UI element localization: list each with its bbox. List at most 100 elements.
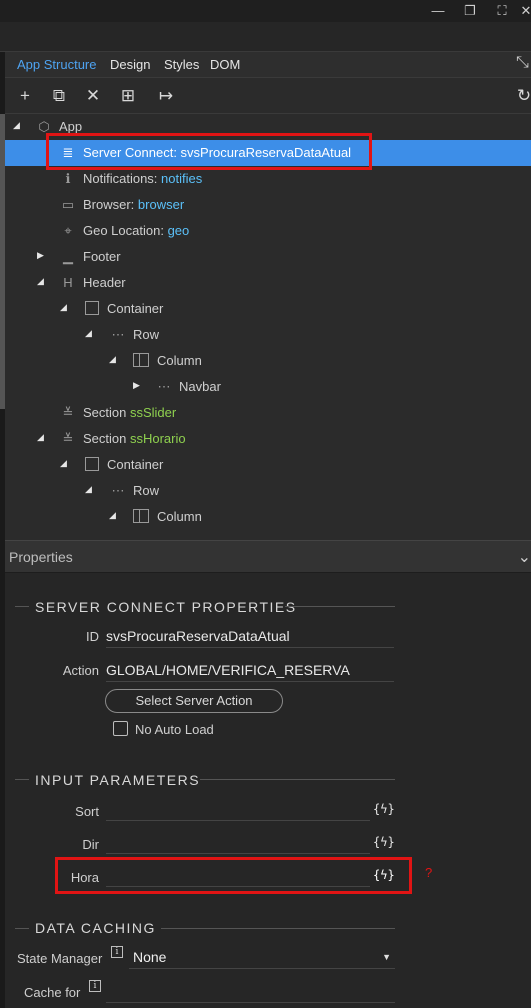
tree-node-column[interactable]: Column: [131, 348, 202, 374]
close-icon[interactable]: ✕: [518, 3, 531, 19]
row-icon: ⋯: [111, 327, 125, 342]
restore-icon[interactable]: ❐: [462, 3, 478, 19]
param-hora-input[interactable]: [106, 863, 370, 887]
tree-node-geo-location[interactable]: ⌖ Geo Location: geo: [59, 218, 189, 244]
dynamic-data-bolt-icon[interactable]: {ϟ}: [373, 868, 395, 882]
expand-arrow-icon[interactable]: ◢: [60, 458, 70, 468]
expand-arrow-icon[interactable]: ◢: [109, 510, 119, 520]
dynamic-data-bolt-icon[interactable]: {ϟ}: [373, 835, 395, 849]
param-sort-input[interactable]: [106, 797, 370, 821]
collapse-panel-icon[interactable]: ⤡: [516, 54, 529, 72]
tree-node-browser[interactable]: ▭ Browser: browser: [59, 192, 184, 218]
footer-icon: ▁: [63, 249, 73, 264]
state-manager-value: None: [133, 949, 167, 965]
browser-icon: ▭: [61, 197, 75, 212]
param-dir-input[interactable]: [106, 830, 370, 854]
expand-arrow-icon[interactable]: ◢: [60, 302, 70, 312]
section-divider: [285, 606, 395, 607]
cube-icon: ⬡: [38, 119, 50, 134]
question-mark: ?: [425, 865, 433, 880]
structure-toolbar: + ⧉ ✕ ⊞ ↦ ↻: [5, 78, 531, 114]
properties-panel: SERVER CONNECT PROPERTIES ID svsProcuraR…: [5, 573, 531, 1008]
row-icon: ⋯: [111, 483, 125, 498]
tree-node-section-horario[interactable]: ≚ Section ssHorario: [59, 426, 186, 452]
section-icon: ≚: [62, 405, 74, 420]
param-hora-label: Hora: [70, 870, 99, 885]
expand-arrow-icon[interactable]: ◢: [13, 120, 23, 130]
tree-node-section-slider[interactable]: ≚ Section ssSlider: [59, 400, 177, 426]
section-title-data-caching: DATA CACHING: [35, 920, 156, 936]
param-dir-label: Dir: [82, 837, 99, 852]
tree-node-container[interactable]: Container: [83, 296, 163, 322]
properties-header[interactable]: Properties ⌄: [5, 540, 531, 573]
expand-arrow-icon[interactable]: ◢: [85, 328, 95, 338]
section-divider: [200, 779, 395, 780]
info-icon[interactable]: i: [111, 946, 123, 958]
section-divider: [15, 779, 29, 780]
container-icon: [85, 301, 99, 315]
tab-design[interactable]: Design: [110, 57, 150, 72]
wrap-icon[interactable]: ⊞: [117, 85, 139, 107]
tab-app-structure[interactable]: App Structure: [17, 57, 97, 72]
dynamic-data-bolt-icon[interactable]: {ϟ}: [373, 802, 395, 816]
container-icon: [85, 457, 99, 471]
notification-icon: ℹ: [65, 171, 71, 186]
section-title-server-connect: SERVER CONNECT PROPERTIES: [35, 599, 297, 615]
cache-for-input[interactable]: [106, 979, 395, 1003]
database-icon: ≣: [62, 145, 74, 160]
state-manager-select[interactable]: None ▼: [129, 945, 395, 969]
window-titlebar: — ❐ ⛶ ✕: [0, 0, 531, 22]
tree-node-column[interactable]: Column: [131, 504, 202, 530]
refresh-icon[interactable]: ↻: [513, 85, 531, 107]
section-divider: [15, 928, 29, 929]
tree-node-row[interactable]: ⋯ Row: [109, 478, 160, 504]
id-field[interactable]: svsProcuraReservaDataAtual: [106, 624, 394, 648]
add-icon[interactable]: +: [14, 85, 36, 107]
cache-for-label: Cache for: [24, 985, 81, 1000]
column-icon: [133, 509, 149, 523]
app-structure-tree: ◢ ⬡ App ≣ Server Connect: svsProcuraReserv…: [5, 114, 531, 540]
minimize-icon[interactable]: —: [430, 3, 446, 19]
copy-icon[interactable]: ⧉: [48, 85, 70, 107]
chevron-down-icon[interactable]: ⌄: [518, 547, 531, 567]
tree-node-row[interactable]: ⋯ Row: [109, 322, 160, 348]
select-server-action-button[interactable]: Select Server Action: [105, 689, 283, 713]
dropdown-caret-icon: ▼: [382, 952, 391, 962]
tab-styles[interactable]: Styles: [164, 57, 199, 72]
param-sort-label: Sort: [75, 804, 99, 819]
state-manager-label: State Manager: [17, 951, 103, 966]
move-out-icon[interactable]: ↦: [155, 85, 177, 107]
column-icon: [133, 353, 149, 367]
section-divider: [161, 928, 395, 929]
expand-arrow-icon[interactable]: ◢: [85, 484, 95, 494]
fullscreen-icon[interactable]: ⛶: [494, 3, 510, 19]
panel-tabs: App Structure Design Styles DOM ⤡: [5, 52, 531, 78]
tree-node-notifications[interactable]: ℹ Notifications: notifies: [59, 166, 203, 192]
no-auto-load-label: No Auto Load: [135, 722, 214, 737]
no-auto-load-checkbox[interactable]: [113, 721, 128, 736]
expand-arrow-icon[interactable]: ◢: [37, 276, 47, 286]
delete-icon[interactable]: ✕: [82, 85, 104, 107]
section-icon: ≚: [62, 431, 74, 446]
tree-node-navbar[interactable]: ⋯ Navbar: [155, 374, 221, 400]
header-icon: H: [63, 275, 73, 290]
expand-arrow-icon[interactable]: ◢: [109, 354, 119, 364]
tree-node-header[interactable]: H Header: [59, 270, 125, 296]
tree-node-footer[interactable]: ▁ Footer: [59, 244, 121, 270]
action-label: Action: [62, 663, 99, 678]
collapsed-arrow-icon[interactable]: ▶: [37, 250, 47, 260]
id-label: ID: [86, 629, 99, 644]
tab-dom[interactable]: DOM: [210, 57, 240, 72]
collapsed-arrow-icon[interactable]: ▶: [133, 380, 143, 390]
tree-node-server-connect[interactable]: ≣ Server Connect: svsProcuraReservaDataAt…: [5, 140, 531, 166]
tree-node-app[interactable]: ⬡ App: [35, 114, 82, 140]
info-icon[interactable]: i: [89, 980, 101, 992]
location-pin-icon: ⌖: [64, 223, 72, 238]
properties-title: Properties: [9, 549, 73, 565]
tree-node-container[interactable]: Container: [83, 452, 163, 478]
action-field[interactable]: GLOBAL/HOME/VERIFICA_RESERVA: [106, 658, 394, 682]
section-title-input-parameters: INPUT PARAMETERS: [35, 772, 201, 788]
navbar-icon: ⋯: [157, 379, 171, 394]
expand-arrow-icon[interactable]: ◢: [37, 432, 47, 442]
panel-gap: [0, 22, 531, 52]
